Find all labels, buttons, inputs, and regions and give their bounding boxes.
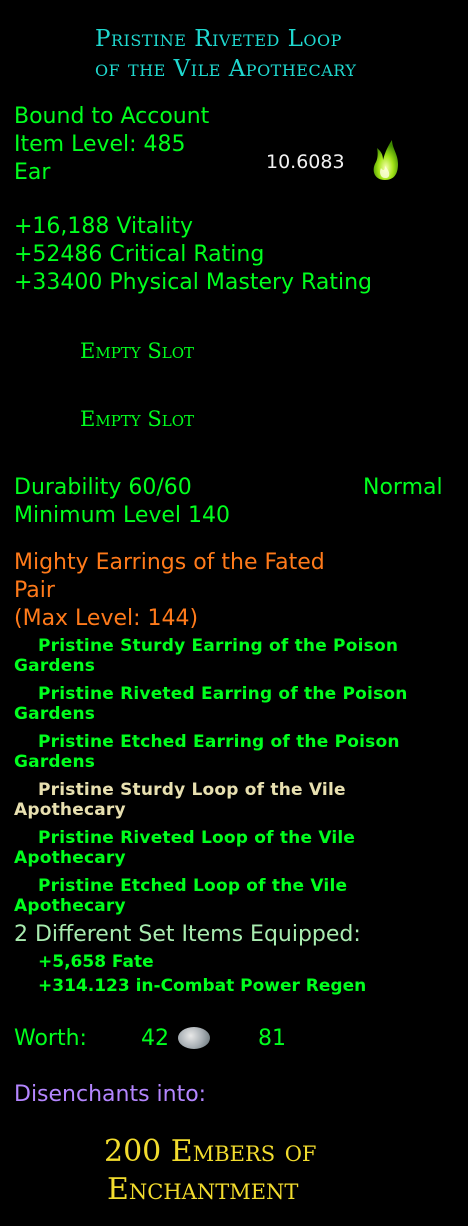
slot-type-text: Ear	[14, 160, 51, 185]
set-item-3-line2: Gardens	[14, 752, 96, 772]
durability-text: Durability 60/60	[14, 475, 192, 500]
set-name-line1: Mighty Earrings of the Fated	[14, 550, 325, 575]
empty-slot-2[interactable]: Empty Slot	[80, 407, 194, 431]
worth-copper-amount: 81	[258, 1026, 286, 1051]
set-item-3-line1: Pristine Etched Earring of the Poison	[38, 732, 400, 752]
disenchant-result-line1: 200 Embers of	[104, 1134, 317, 1169]
set-item-2-line2: Gardens	[14, 704, 96, 724]
set-item-5-line2: Apothecary	[14, 848, 126, 868]
set-equipped-summary: 2 Different Set Items Equipped:	[14, 922, 361, 947]
set-item-4-line2: Apothecary	[14, 800, 126, 820]
set-item-1-line1: Pristine Sturdy Earring of the Poison	[38, 636, 399, 656]
set-item-2-line1: Pristine Riveted Earring of the Poison	[38, 684, 408, 704]
set-name-line2: Pair	[14, 578, 55, 603]
set-bonus-power-regen: +314.123 in-Combat Power Regen	[38, 976, 367, 996]
stat-vitality: +16,188 Vitality	[14, 214, 194, 239]
set-bonus-fate: +5,658 Fate	[38, 952, 154, 972]
minimum-level-text: Minimum Level 140	[14, 503, 231, 528]
silver-coin-icon	[176, 1027, 210, 1049]
set-item-6-line1: Pristine Etched Loop of the Vile	[38, 876, 348, 896]
empty-slot-1[interactable]: Empty Slot	[80, 339, 194, 363]
item-title-line1: Pristine Riveted Loop	[95, 26, 342, 52]
set-item-4-line1: Pristine Sturdy Loop of the Vile	[38, 780, 346, 800]
disenchant-result-line2: Enchantment	[107, 1172, 299, 1207]
green-flame-icon	[368, 138, 402, 182]
worth-silver-amount: 42	[141, 1026, 169, 1051]
set-item-3: Pristine Etched Earring of the Poison Ga…	[14, 732, 400, 772]
set-item-4: Pristine Sturdy Loop of the Vile Apothec…	[14, 780, 346, 820]
durability-state: Normal	[363, 475, 443, 500]
set-item-6-line2: Apothecary	[14, 896, 126, 916]
binding-text: Bound to Account	[14, 104, 210, 129]
stat-critical-rating: +52486 Critical Rating	[14, 242, 265, 267]
item-level-text: Item Level: 485	[14, 132, 186, 157]
set-item-5: Pristine Riveted Loop of the Vile Apothe…	[14, 828, 355, 868]
set-item-6: Pristine Etched Loop of the Vile Apothec…	[14, 876, 347, 916]
item-title-line2: of the Vile Apothecary	[95, 56, 357, 82]
set-item-1: Pristine Sturdy Earring of the Poison Ga…	[14, 636, 398, 676]
disenchant-label: Disenchants into:	[14, 1082, 207, 1107]
set-item-5-line1: Pristine Riveted Loop of the Vile	[38, 828, 356, 848]
set-item-1-line2: Gardens	[14, 656, 96, 676]
stat-physical-mastery: +33400 Physical Mastery Rating	[14, 270, 372, 295]
item-value-number: 10.6083	[266, 151, 345, 173]
worth-label: Worth:	[14, 1026, 87, 1051]
set-item-2: Pristine Riveted Earring of the Poison G…	[14, 684, 408, 724]
set-max-level: (Max Level: 144)	[14, 606, 199, 631]
